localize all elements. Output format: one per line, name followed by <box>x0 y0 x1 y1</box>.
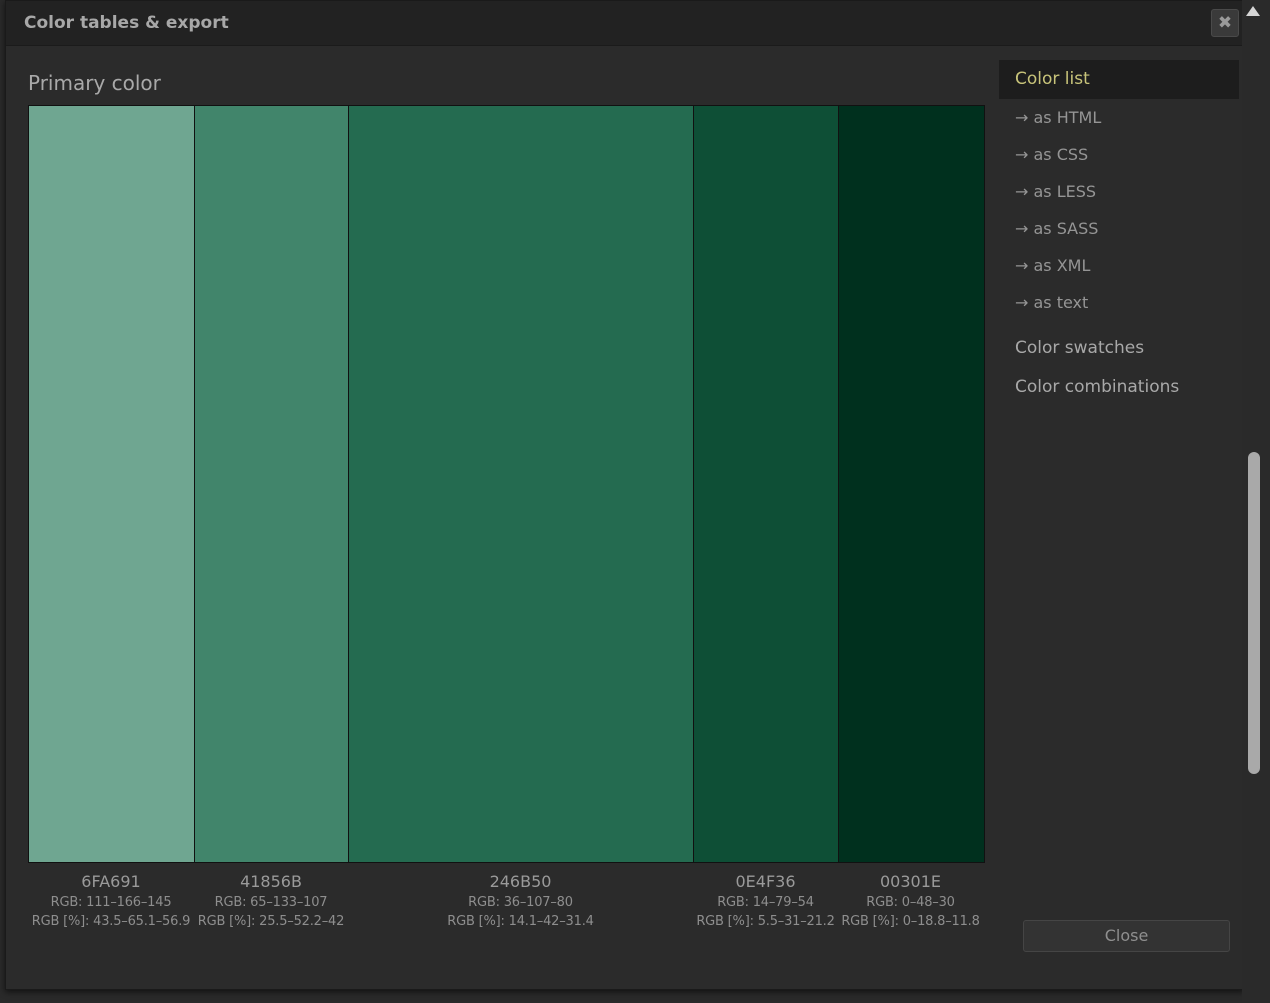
hex-value: 246B50 <box>489 872 552 891</box>
sidebar-item-color-list[interactable]: Color list <box>999 60 1239 99</box>
swatch-labels: 6FA691 RGB: 111–166–145 RGB [%]: 43.5–65… <box>28 871 985 931</box>
swatch-label-2: 41856B RGB: 65–133–107 RGB [%]: 25.5–52.… <box>194 871 348 931</box>
close-button[interactable]: Close <box>1023 920 1230 952</box>
scrollbar-thumb[interactable] <box>1248 452 1260 774</box>
export-sass-link[interactable]: → as SASS <box>999 210 1239 247</box>
hex-value: 6FA691 <box>81 872 141 891</box>
color-export-dialog: Color tables & export ✖ Primary color 6F… <box>5 0 1244 990</box>
swatch-label-4: 0E4F36 RGB: 14–79–54 RGB [%]: 5.5–31–21.… <box>693 871 838 931</box>
rgb-percent-value: RGB [%]: 43.5–65.1–56.9 <box>31 914 191 929</box>
swatch-strip <box>28 105 985 863</box>
swatch-5 <box>839 106 984 862</box>
swatch-label-5: 00301E RGB: 0–48–30 RGB [%]: 0–18.8–11.8 <box>838 871 983 931</box>
rgb-percent-value: RGB [%]: 0–18.8–11.8 <box>841 914 980 929</box>
swatch-label-1: 6FA691 RGB: 111–166–145 RGB [%]: 43.5–65… <box>28 871 194 931</box>
rgb-value: RGB: 14–79–54 <box>717 895 814 910</box>
export-less-link[interactable]: → as LESS <box>999 173 1239 210</box>
rgb-percent-value: RGB [%]: 14.1–42–31.4 <box>447 914 594 929</box>
rgb-value: RGB: 111–166–145 <box>50 895 172 910</box>
swatch-2 <box>195 106 349 862</box>
export-html-link[interactable]: → as HTML <box>999 99 1239 136</box>
swatch-label-3: 246B50 RGB: 36–107–80 RGB [%]: 14.1–42–3… <box>348 871 693 931</box>
export-xml-link[interactable]: → as XML <box>999 247 1239 284</box>
export-css-link[interactable]: → as CSS <box>999 136 1239 173</box>
hex-value: 00301E <box>879 872 941 891</box>
rgb-percent-value: RGB [%]: 5.5–31–21.2 <box>696 914 835 929</box>
sidebar-item-color-swatches[interactable]: Color swatches <box>999 329 1239 368</box>
close-icon[interactable]: ✖ <box>1211 9 1239 37</box>
hex-value: 0E4F36 <box>735 872 796 891</box>
rgb-percent-value: RGB [%]: 25.5–52.2–42 <box>197 914 345 929</box>
rgb-value: RGB: 36–107–80 <box>468 895 573 910</box>
sidebar-item-color-combinations[interactable]: Color combinations <box>999 368 1239 407</box>
scroll-up-icon[interactable] <box>1246 6 1260 16</box>
sidebar-nav: Color list → as HTML → as CSS → as LESS … <box>999 60 1239 407</box>
section-title: Primary color <box>28 71 161 95</box>
dialog-title: Color tables & export <box>24 13 229 33</box>
hex-value: 41856B <box>240 872 302 891</box>
dialog-titlebar: Color tables & export ✖ <box>6 1 1243 46</box>
swatch-1 <box>29 106 195 862</box>
export-text-link[interactable]: → as text <box>999 284 1239 321</box>
rgb-value: RGB: 0–48–30 <box>866 895 955 910</box>
swatch-3 <box>349 106 694 862</box>
swatch-4 <box>694 106 839 862</box>
rgb-value: RGB: 65–133–107 <box>214 895 328 910</box>
